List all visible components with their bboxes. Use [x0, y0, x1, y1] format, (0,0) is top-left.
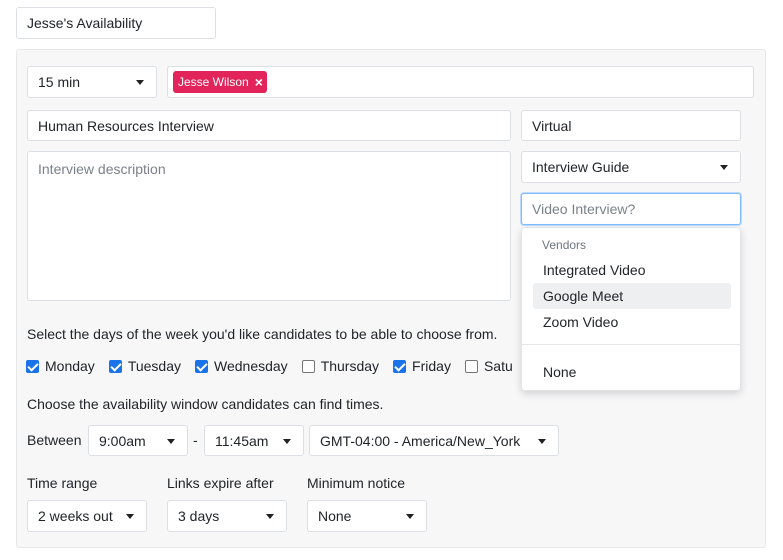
chevron-down-icon	[283, 438, 291, 444]
dropdown-option-label: Integrated Video	[543, 262, 646, 278]
chevron-down-icon	[136, 80, 144, 85]
chevron-down-icon	[720, 165, 728, 170]
dropdown-option-integrated-video[interactable]: Integrated Video	[533, 257, 731, 283]
timezone-select[interactable]: GMT-04:00 - America/New_York	[309, 425, 559, 456]
time-separator: -	[193, 432, 198, 448]
minimum-notice-select[interactable]: None	[307, 500, 427, 532]
close-icon[interactable]: ×	[255, 74, 263, 90]
chevron-down-icon	[126, 514, 134, 519]
time-range-label: Time range	[27, 475, 98, 491]
day-checkbox-thursday[interactable]: Thursday	[301, 358, 380, 374]
chevron-down-icon	[266, 514, 274, 519]
end-time-value: 11:45am	[215, 432, 269, 449]
dropdown-group-header: Vendors	[542, 238, 587, 252]
checkbox-checked-icon[interactable]	[26, 359, 39, 373]
dropdown-option-label: Zoom Video	[543, 314, 619, 330]
day-label: Friday	[412, 358, 451, 374]
dropdown-option-label: None	[543, 364, 577, 380]
day-label: Thursday	[320, 358, 380, 374]
duration-select[interactable]: 15 min	[27, 66, 157, 98]
links-expire-select[interactable]: 3 days	[167, 500, 287, 532]
checkbox-checked-icon[interactable]	[108, 359, 122, 373]
description-textarea[interactable]: Interview description	[27, 151, 511, 301]
window-prompt: Choose the availability window candidate…	[27, 396, 384, 412]
location-value: Virtual	[532, 117, 572, 134]
checkbox-unchecked-icon[interactable]	[301, 359, 315, 373]
time-range-select[interactable]: 2 weeks out	[27, 500, 147, 532]
dropdown-option-google-meet[interactable]: Google Meet	[533, 283, 731, 309]
day-label: Tuesday	[127, 358, 181, 374]
day-checkbox-friday[interactable]: Friday	[393, 358, 451, 374]
video-vendor-dropdown: Vendors Integrated Video Google Meet Zoo…	[521, 227, 741, 391]
day-label: Satu	[483, 358, 513, 374]
chevron-down-icon	[538, 438, 546, 444]
start-time-select[interactable]: 9:00am	[88, 425, 188, 456]
interview-guide-select[interactable]: Interview Guide	[521, 151, 741, 183]
location-input[interactable]: Virtual	[521, 110, 741, 141]
dropdown-divider	[522, 344, 740, 345]
checkbox-unchecked-icon[interactable]	[464, 359, 478, 373]
dropdown-option-none[interactable]: None	[533, 359, 731, 385]
attendees-input[interactable]: Jesse Wilson ×	[167, 66, 754, 98]
timezone-value: GMT-04:00 - America/New_York	[320, 432, 521, 449]
attendee-tag: Jesse Wilson ×	[173, 71, 267, 93]
time-range-value: 2 weeks out	[38, 508, 113, 524]
day-label: Wednesday	[214, 358, 288, 374]
description-placeholder: Interview description	[38, 161, 166, 177]
interview-guide-value: Interview Guide	[532, 159, 630, 175]
minimum-notice-label: Minimum notice	[307, 475, 406, 491]
day-checkbox-saturday[interactable]: Satu	[464, 358, 513, 374]
dropdown-option-zoom-video[interactable]: Zoom Video	[533, 309, 731, 335]
day-label: Monday	[45, 358, 95, 374]
dropdown-option-label: Google Meet	[543, 288, 624, 304]
availability-title-value: Jesse's Availability	[27, 15, 143, 31]
links-expire-label: Links expire after	[167, 475, 274, 491]
end-time-select[interactable]: 11:45am	[204, 425, 304, 456]
chevron-down-icon	[406, 514, 414, 519]
days-prompt: Select the days of the week you'd like c…	[27, 326, 498, 342]
video-interview-input[interactable]: Video Interview?	[521, 193, 741, 225]
interview-name-input[interactable]: Human Resources Interview	[27, 110, 511, 141]
day-checkbox-wednesday[interactable]: Wednesday	[195, 358, 288, 374]
attendee-name: Jesse Wilson	[178, 75, 249, 89]
duration-value: 15 min	[38, 74, 81, 90]
chevron-down-icon	[167, 438, 175, 444]
interview-name-value: Human Resources Interview	[38, 117, 214, 134]
links-expire-value: 3 days	[178, 508, 220, 524]
between-label: Between	[27, 432, 82, 448]
checkbox-checked-icon[interactable]	[393, 359, 407, 373]
start-time-value: 9:00am	[99, 432, 146, 449]
day-checkbox-tuesday[interactable]: Tuesday	[108, 358, 181, 374]
day-checkbox-monday[interactable]: Monday	[26, 358, 95, 374]
minimum-notice-value: None	[318, 508, 352, 524]
availability-title-input[interactable]: Jesse's Availability	[16, 7, 216, 39]
video-interview-placeholder: Video Interview?	[532, 201, 636, 217]
days-checkbox-group: Monday Tuesday Wednesday Thursday Friday…	[26, 356, 527, 376]
checkbox-checked-icon[interactable]	[195, 359, 208, 373]
